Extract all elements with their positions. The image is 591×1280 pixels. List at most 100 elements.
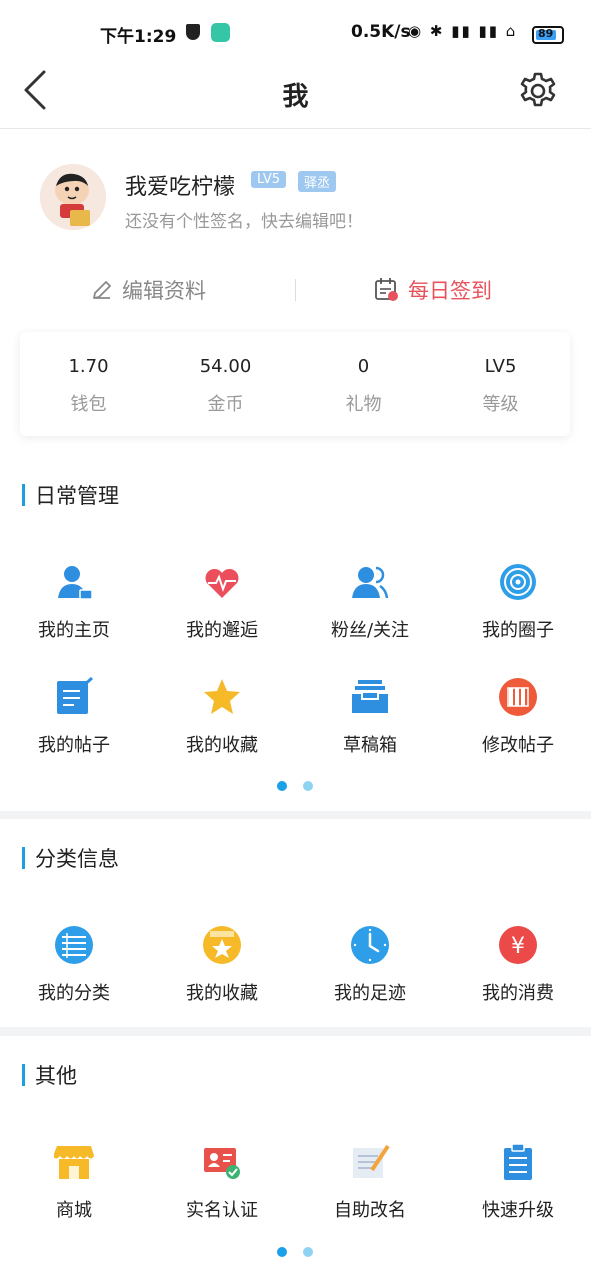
battery-icon: 89 [532,26,564,44]
circle-target-icon [500,564,536,600]
category-section: 分类信息 我的分类 我的收藏 我的足迹 ¥ 我的消费 [0,819,591,1027]
stat-gifts[interactable]: 0 礼物 [295,332,432,436]
category-section-header: 分类信息 [22,845,119,871]
grid-label: 我的帖子 [38,735,110,756]
list-circle-icon [55,926,93,964]
calendar-check-icon [375,278,398,301]
stat-coins[interactable]: 54.00 金币 [157,332,294,436]
grid-item-category-favorites[interactable]: 我的收藏 [148,925,296,1025]
clipboard-icon [504,1143,532,1180]
section-title: 日常管理 [35,484,119,508]
stat-value: 0 [357,356,370,377]
avatar[interactable] [40,164,106,230]
pencil-icon [93,281,111,299]
grid-label: 自助改名 [334,1200,406,1221]
grid-label: 我的主页 [38,620,110,641]
daily-section-header: 日常管理 [22,482,119,508]
nav-bar: 我 [0,62,591,129]
clock-icon [351,926,389,964]
other-section-header: 其他 [22,1062,77,1088]
grid-label: 商城 [56,1200,92,1221]
app-notification-icon [211,23,230,42]
grid-label: 我的足迹 [334,983,406,1004]
grid-label: 粉丝/关注 [330,620,410,641]
grid-item-my-footprints[interactable]: 我的足迹 [296,925,444,1025]
grid-item-my-posts[interactable]: 我的帖子 [0,677,148,777]
edit-profile-button[interactable]: 编辑资料 [90,275,206,305]
grid-label: 快速升级 [482,1200,554,1221]
stat-value: 54.00 [199,356,252,377]
title-badge: 驿丞 [298,171,337,192]
svg-text:¥: ¥ [511,934,525,959]
grid-label: 修改帖子 [482,735,554,756]
status-time: 下午1:29 [100,27,177,47]
section-accent-bar [22,484,25,506]
stat-label: 钱包 [70,394,107,415]
page-title: 我 [282,82,309,112]
shield-icon [186,24,200,40]
grid-label: 草稿箱 [343,735,397,756]
id-card-icon [204,1148,240,1179]
grid-item-my-spending[interactable]: ¥ 我的消费 [444,925,591,1025]
stat-label: 礼物 [345,394,382,415]
grid-item-my-circle[interactable]: 我的圈子 [444,562,591,662]
grid-item-followers[interactable]: 粉丝/关注 [296,562,444,662]
gear-icon[interactable] [516,68,560,112]
rename-paper-icon [353,1144,390,1178]
cartoon-avatar-icon [40,164,106,230]
grid-item-encounter[interactable]: 我的邂逅 [148,562,296,662]
battery-level: 89 [538,27,554,40]
star-box-icon [203,926,241,964]
followers-icon [352,566,389,599]
grid-label: 实名认证 [186,1200,258,1221]
network-speed: 0.5K/s [351,22,411,42]
grid-item-drafts[interactable]: 草稿箱 [296,677,444,777]
grid-item-rename[interactable]: 自助改名 [296,1142,444,1242]
grid-item-quick-upgrade[interactable]: 快速升级 [444,1142,591,1242]
daily-checkin-label: 每日签到 [408,279,492,303]
grid-item-edit-post[interactable]: 修改帖子 [444,677,591,777]
section-title: 其他 [35,1064,77,1088]
grid-item-shop[interactable]: 商城 [0,1142,148,1242]
profile-section: 我爱吃柠檬 LV5 驿丞 还没有个性签名，快去编辑吧！ 编辑资料 每日签到 1.… [0,129,591,811]
yen-icon: ¥ [499,926,537,964]
grid-label: 我的圈子 [482,620,554,641]
stat-label: 等级 [482,394,519,415]
grid-label: 我的收藏 [186,735,258,756]
stat-wallet[interactable]: 1.70 钱包 [20,332,157,436]
status-bar: 下午1:29 0.5K/s ◉ ✱ ▮▮ ▮▮ ⌂ 89 [0,0,591,62]
heartbeat-icon [205,568,239,598]
grid-item-my-categories[interactable]: 我的分类 [0,925,148,1025]
section-accent-bar [22,1064,25,1086]
username: 我爱吃柠檬 [125,175,236,200]
stat-level[interactable]: LV5 等级 [432,332,569,436]
edit-profile-label: 编辑资料 [122,279,206,303]
divider [295,279,296,301]
page-indicator[interactable] [303,1247,313,1257]
signature-text[interactable]: 还没有个性签名，快去编辑吧！ [125,207,363,232]
grid-label: 我的邂逅 [186,620,258,641]
page-indicator-active[interactable] [277,781,287,791]
user-home-icon [58,566,93,600]
post-edit-icon [57,677,94,714]
stat-value: 1.70 [68,356,109,377]
stat-label: 金币 [207,394,244,415]
grid-item-real-name[interactable]: 实名认证 [148,1142,296,1242]
page-indicator[interactable] [303,781,313,791]
grid-item-my-favorites[interactable]: 我的收藏 [148,677,296,777]
drafts-tray-icon [352,680,388,713]
grid-label: 我的消费 [482,983,554,1004]
stats-card: 1.70 钱包 54.00 金币 0 礼物 LV5 等级 [20,332,570,436]
daily-checkin-button[interactable]: 每日签到 [374,275,492,305]
page-indicator-active[interactable] [277,1247,287,1257]
grid-item-my-home[interactable]: 我的主页 [0,562,148,662]
section-accent-bar [22,847,25,869]
edit-post-icon [499,678,537,716]
signal-icons: ◉ ✱ ▮▮ ▮▮ ⌂ [408,22,518,40]
stat-value: LV5 [484,356,517,377]
other-section: 其他 商城 实名认证 自助改名 快速升级 [0,1036,591,1280]
section-title: 分类信息 [35,847,119,871]
star-icon [204,679,240,714]
level-badge: LV5 [251,171,286,188]
shop-icon [54,1146,94,1179]
